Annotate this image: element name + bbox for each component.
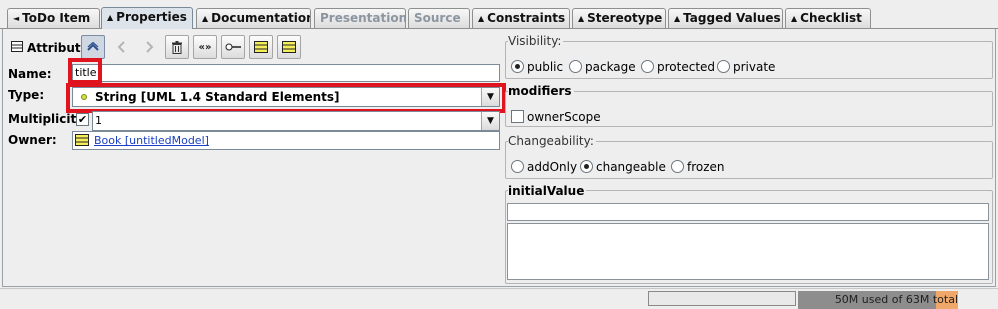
class-icon <box>75 134 89 146</box>
tab-label: Stereotype <box>587 11 663 25</box>
attribute-icon <box>11 41 23 52</box>
option-label: public <box>527 59 564 74</box>
new-attribute-button[interactable] <box>249 35 273 59</box>
navigate-back-button[interactable] <box>110 35 134 59</box>
owner-link[interactable]: Book [untitledModel] <box>94 133 209 149</box>
visibility-public-option[interactable]: public <box>511 59 563 74</box>
name-highlight-box <box>68 58 102 84</box>
tab-source[interactable]: Source <box>408 8 470 28</box>
initial-value-body-area[interactable] <box>507 223 989 280</box>
tab-label: Checklist <box>800 11 862 25</box>
memory-usage-text: 50M used of 63M total <box>800 293 958 306</box>
tab-tagged-values[interactable]: ▲ Tagged Values <box>668 8 783 28</box>
tab-documentation[interactable]: ▲ Documentation <box>196 8 311 28</box>
tab-constraints[interactable]: ▲ Constraints <box>472 8 570 28</box>
tab-presentation[interactable]: Presentation <box>314 8 406 28</box>
navigate-up-icon <box>87 42 99 51</box>
navigate-up-button[interactable] <box>81 35 105 59</box>
option-label: private <box>733 59 776 74</box>
new-datatype-icon: «» <box>198 41 212 53</box>
tab-arrow-up-icon: ▲ <box>791 14 798 23</box>
tab-arrow-up-icon: ▲ <box>202 14 209 23</box>
progress-bar <box>648 291 796 306</box>
tab-checklist[interactable]: ▲ Checklist <box>785 8 871 28</box>
option-label: changeable <box>596 159 666 174</box>
chevron-down-icon: ▼ <box>487 116 494 126</box>
option-label: addOnly <box>527 159 578 174</box>
toolbar-title: Attribute <box>27 41 89 55</box>
checkbox-icon <box>511 110 524 123</box>
new-datatype-button[interactable]: «» <box>193 35 217 59</box>
radio-selected-icon <box>580 160 593 173</box>
tab-label: Presentation <box>320 11 406 25</box>
changeability-frozen-option[interactable]: frozen <box>671 159 725 174</box>
new-operation-icon <box>225 43 241 51</box>
checkmark-icon: ✔ <box>77 113 88 126</box>
tab-arrow-up-icon: ▲ <box>578 14 585 23</box>
new-class-button[interactable] <box>277 35 301 59</box>
tab-arrow-left-icon: ◄ <box>13 14 20 23</box>
visibility-package-option[interactable]: package <box>569 59 636 74</box>
radio-icon <box>569 60 582 73</box>
multiplicity-dropdown-button[interactable]: ▼ <box>481 112 499 130</box>
changeability-addonly-option[interactable]: addOnly <box>511 159 577 174</box>
tab-arrow-up-icon: ▲ <box>107 13 114 22</box>
tab-label: Constraints <box>487 11 566 25</box>
memory-total-text: total <box>932 293 958 306</box>
radio-icon <box>717 60 730 73</box>
radio-icon <box>511 160 524 173</box>
radio-icon <box>641 60 654 73</box>
visibility-label: Visibility: <box>508 34 564 49</box>
initial-value-label: initialValue <box>508 184 587 199</box>
name-label: Name: <box>8 67 52 81</box>
tab-todo-item[interactable]: ◄ ToDo Item <box>7 8 100 28</box>
multiplicity-value: 1 <box>95 114 102 127</box>
radio-icon <box>671 160 684 173</box>
trash-icon <box>172 40 182 54</box>
multiplicity-checkbox[interactable]: ✔ <box>76 113 89 126</box>
tab-arrow-up-icon: ▲ <box>478 14 485 23</box>
type-highlight-box <box>66 83 506 113</box>
changeability-label: Changeability: <box>508 134 596 149</box>
tab-label: Tagged Values <box>683 11 781 25</box>
option-label: protected <box>657 59 716 74</box>
delete-button[interactable] <box>165 35 189 59</box>
type-label: Type: <box>8 88 45 102</box>
navigate-forward-icon <box>146 41 154 53</box>
tab-label: Documentation <box>211 11 311 25</box>
tab-arrow-up-icon: ▲ <box>674 14 681 23</box>
navigate-forward-button[interactable] <box>137 35 161 59</box>
visibility-private-option[interactable]: private <box>717 59 775 74</box>
radio-selected-icon <box>511 60 524 73</box>
memory-used-text: 50M used of 63M <box>834 293 933 306</box>
option-label: frozen <box>687 159 725 174</box>
tab-label: Properties <box>116 10 187 24</box>
option-label: package <box>585 59 636 74</box>
new-attribute-icon <box>254 41 268 53</box>
name-field[interactable]: title <box>72 64 500 82</box>
changeability-changeable-option[interactable]: changeable <box>580 159 666 174</box>
modifier-ownerscope-option[interactable]: ownerScope <box>511 109 601 124</box>
initial-value-field[interactable] <box>507 203 989 221</box>
tab-properties[interactable]: ▲ Properties <box>101 7 193 29</box>
tab-stereotype[interactable]: ▲ Stereotype <box>572 8 666 28</box>
new-operation-button[interactable] <box>221 35 245 59</box>
multiplicity-combobox[interactable]: 1 ▼ <box>92 111 500 131</box>
tab-label: ToDo Item <box>22 11 91 25</box>
owner-label: Owner: <box>8 133 57 147</box>
visibility-protected-option[interactable]: protected <box>641 59 715 74</box>
option-label: ownerScope <box>527 109 601 124</box>
new-class-icon <box>282 41 296 53</box>
tab-label: Source <box>414 11 461 25</box>
modifiers-label: modifiers <box>508 84 574 99</box>
navigate-back-icon <box>117 41 125 53</box>
